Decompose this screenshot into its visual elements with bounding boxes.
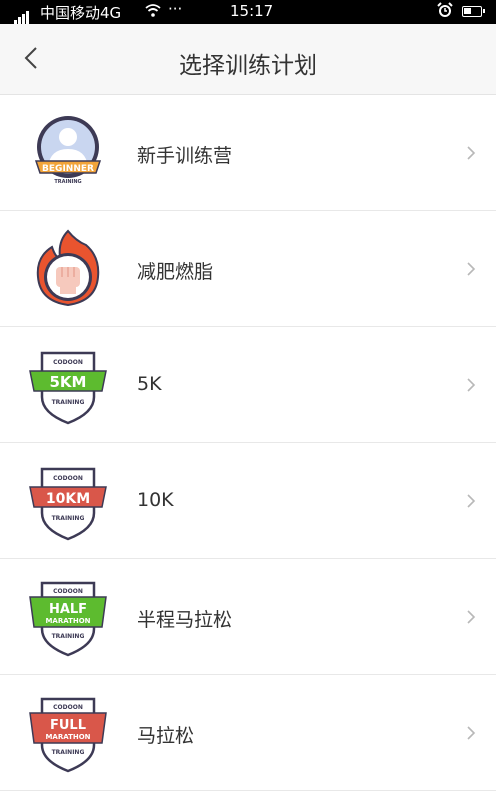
more-dots: ···: [168, 0, 183, 18]
status-time: 15:17: [230, 2, 274, 20]
plan-label: 新手训练营: [137, 145, 233, 167]
10km-badge-icon: CODOON 10KM TRAINING: [29, 467, 107, 541]
chevron-right-icon: [467, 494, 476, 508]
plan-label: 5K: [137, 373, 162, 395]
plan-row-marathon[interactable]: CODOON FULL MARATHON TRAINING 马拉松: [0, 675, 496, 791]
svg-text:TRAINING: TRAINING: [52, 399, 85, 406]
plan-list: BEGINNER TRAINING 新手训练营 减肥燃脂 CODOON 5KM …: [0, 95, 496, 791]
svg-text:TRAINING: TRAINING: [54, 179, 81, 185]
plan-label: 半程马拉松: [137, 609, 233, 631]
chevron-right-icon: [467, 262, 476, 276]
wifi-icon: [144, 1, 162, 23]
svg-text:MARATHON: MARATHON: [45, 617, 90, 625]
svg-text:CODOON: CODOON: [53, 475, 83, 482]
plan-row-5k[interactable]: CODOON 5KM TRAINING 5K: [0, 327, 496, 443]
half-marathon-badge-icon: CODOON HALF MARATHON TRAINING: [29, 581, 107, 657]
battery-icon: [462, 6, 485, 17]
svg-text:FULL: FULL: [50, 718, 86, 733]
svg-text:BEGINNER: BEGINNER: [42, 164, 94, 174]
plan-row-10k[interactable]: CODOON 10KM TRAINING 10K: [0, 443, 496, 559]
plan-row-fat-burn[interactable]: 减肥燃脂: [0, 211, 496, 327]
svg-text:TRAINING: TRAINING: [52, 633, 85, 640]
plan-label: 减肥燃脂: [137, 261, 214, 283]
chevron-right-icon: [467, 726, 476, 740]
plan-label: 10K: [137, 489, 174, 511]
status-bar: 中国移动4G ··· 15:17: [0, 0, 496, 24]
svg-text:CODOON: CODOON: [53, 359, 83, 366]
fist-flame-badge-icon: [36, 229, 100, 307]
svg-text:TRAINING: TRAINING: [52, 515, 85, 522]
page-title: 选择训练计划: [179, 53, 317, 79]
chevron-right-icon: [467, 610, 476, 624]
svg-text:HALF: HALF: [49, 602, 87, 617]
plan-row-half-marathon[interactable]: CODOON HALF MARATHON TRAINING 半程马拉松: [0, 559, 496, 675]
svg-text:5KM: 5KM: [50, 373, 87, 391]
plan-row-beginner[interactable]: BEGINNER TRAINING 新手训练营: [0, 95, 496, 211]
svg-text:TRAINING: TRAINING: [52, 749, 85, 756]
carrier-label: 中国移动4G: [40, 4, 122, 22]
alarm-icon: [436, 1, 454, 23]
svg-text:10KM: 10KM: [46, 491, 90, 507]
full-marathon-badge-icon: CODOON FULL MARATHON TRAINING: [29, 697, 107, 773]
chevron-right-icon: [467, 378, 476, 392]
nav-bar: 选择训练计划: [0, 24, 496, 95]
signal-icon: [14, 6, 30, 24]
beginner-badge-icon: BEGINNER TRAINING: [34, 116, 102, 185]
chevron-right-icon: [467, 146, 476, 160]
svg-text:CODOON: CODOON: [53, 588, 83, 595]
5km-badge-icon: CODOON 5KM TRAINING: [29, 351, 107, 425]
svg-text:MARATHON: MARATHON: [45, 733, 90, 741]
svg-text:CODOON: CODOON: [53, 704, 83, 711]
plan-label: 马拉松: [137, 725, 195, 747]
